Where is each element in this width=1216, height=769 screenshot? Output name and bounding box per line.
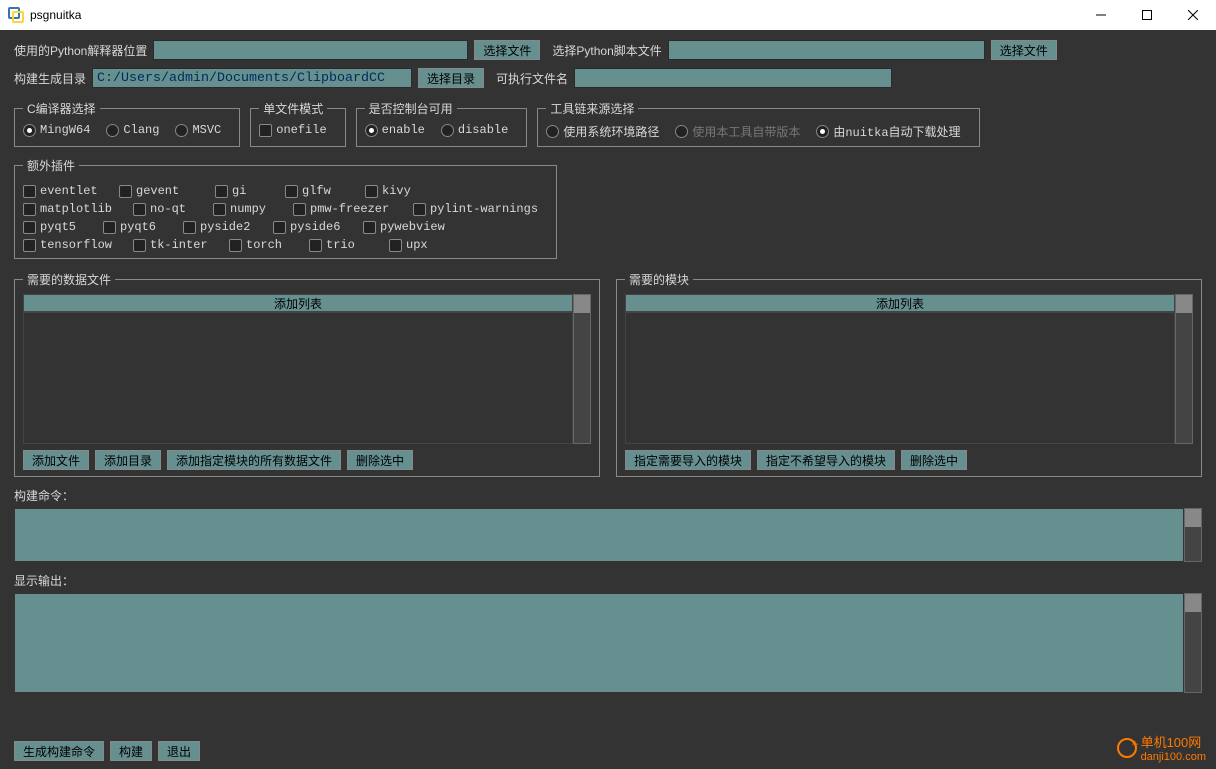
radio-mingw64[interactable]: MingW64 bbox=[23, 123, 90, 137]
watermark: 单机100网 danji100.com bbox=[1117, 732, 1206, 763]
chk-tk-inter[interactable]: tk-inter bbox=[133, 238, 219, 252]
chk-pyqt6[interactable]: pyqt6 bbox=[103, 220, 173, 234]
chk-pmw-freezer[interactable]: pmw-freezer bbox=[293, 202, 403, 216]
compiler-group: C编译器选择 MingW64 Clang MSVC bbox=[14, 100, 240, 147]
console-group: 是否控制台可用 enable disable bbox=[356, 100, 528, 147]
radio-clang[interactable]: Clang bbox=[106, 123, 159, 137]
plugins-legend: 额外插件 bbox=[23, 157, 79, 174]
chk-eventlet[interactable]: eventlet bbox=[23, 184, 109, 198]
add-file-button[interactable]: 添加文件 bbox=[23, 450, 89, 470]
chk-matplotlib[interactable]: matplotlib bbox=[23, 202, 123, 216]
modules-group: 需要的模块 添加列表 指定需要导入的模块 指定不希望导入的模块 删除选中 bbox=[616, 271, 1202, 477]
onefile-legend: 单文件模式 bbox=[259, 100, 327, 117]
script-path-label: 选择Python脚本文件 bbox=[552, 42, 661, 59]
console-legend: 是否控制台可用 bbox=[365, 100, 457, 117]
chk-pyside6[interactable]: pyside6 bbox=[273, 220, 353, 234]
titlebar: psgnuitka bbox=[0, 0, 1216, 30]
radio-msvc[interactable]: MSVC bbox=[175, 123, 221, 137]
chk-gi[interactable]: gi bbox=[215, 184, 275, 198]
script-path-input[interactable] bbox=[668, 40, 985, 60]
exclude-module-button[interactable]: 指定不希望导入的模块 bbox=[757, 450, 895, 470]
outdir-label: 构建生成目录 bbox=[14, 70, 86, 87]
chk-glfw[interactable]: glfw bbox=[285, 184, 355, 198]
close-button[interactable] bbox=[1170, 0, 1216, 30]
watermark-icon bbox=[1117, 738, 1137, 758]
toolchain-group: 工具链来源选择 使用系统环境路径 使用本工具自带版本 由nuitka自动下载处理 bbox=[537, 100, 979, 147]
chk-pyqt5[interactable]: pyqt5 bbox=[23, 220, 93, 234]
chk-gevent[interactable]: gevent bbox=[119, 184, 205, 198]
datafiles-header[interactable]: 添加列表 bbox=[23, 294, 573, 312]
chk-tensorflow[interactable]: tensorflow bbox=[23, 238, 123, 252]
datafiles-list[interactable] bbox=[23, 312, 573, 444]
chk-pywebview[interactable]: pywebview bbox=[363, 220, 449, 234]
outdir-input[interactable] bbox=[92, 68, 412, 88]
add-module-data-button[interactable]: 添加指定模块的所有数据文件 bbox=[167, 450, 341, 470]
include-module-button[interactable]: 指定需要导入的模块 bbox=[625, 450, 751, 470]
browse-python-button[interactable]: 选择文件 bbox=[474, 40, 540, 60]
watermark-line1: 单机100网 bbox=[1141, 732, 1206, 751]
modules-scrollbar[interactable] bbox=[1175, 294, 1193, 444]
modules-header[interactable]: 添加列表 bbox=[625, 294, 1175, 312]
delete-module-button[interactable]: 删除选中 bbox=[901, 450, 967, 470]
build-cmd-textarea[interactable] bbox=[14, 508, 1184, 562]
plugins-group: 额外插件 eventlet gevent gi glfw kivy matplo… bbox=[14, 157, 557, 259]
build-cmd-scrollbar[interactable] bbox=[1184, 508, 1202, 562]
chk-numpy[interactable]: numpy bbox=[213, 202, 283, 216]
modules-legend: 需要的模块 bbox=[625, 271, 693, 288]
generate-cmd-button[interactable]: 生成构建命令 bbox=[14, 741, 104, 761]
watermark-line2: danji100.com bbox=[1141, 751, 1206, 763]
datafiles-group: 需要的数据文件 添加列表 添加文件 添加目录 添加指定模块的所有数据文件 删除选… bbox=[14, 271, 600, 477]
radio-enable[interactable]: enable bbox=[365, 123, 425, 137]
chk-torch[interactable]: torch bbox=[229, 238, 299, 252]
chk-onefile[interactable]: onefile bbox=[259, 123, 326, 137]
browse-script-button[interactable]: 选择文件 bbox=[991, 40, 1057, 60]
python-icon bbox=[8, 7, 24, 23]
chk-trio[interactable]: trio bbox=[309, 238, 379, 252]
radio-builtin: 使用本工具自带版本 bbox=[675, 123, 800, 140]
output-label: 显示输出： bbox=[14, 572, 1202, 589]
build-button[interactable]: 构建 bbox=[110, 741, 152, 761]
add-dir-button[interactable]: 添加目录 bbox=[95, 450, 161, 470]
compiler-legend: C编译器选择 bbox=[23, 100, 100, 117]
window-title: psgnuitka bbox=[30, 8, 81, 22]
delete-data-button[interactable]: 删除选中 bbox=[347, 450, 413, 470]
python-path-label: 使用的Python解释器位置 bbox=[14, 42, 147, 59]
onefile-group: 单文件模式 onefile bbox=[250, 100, 345, 147]
chk-pylint[interactable]: pylint-warnings bbox=[413, 202, 538, 216]
exe-name-input[interactable] bbox=[574, 68, 892, 88]
output-scrollbar[interactable] bbox=[1184, 593, 1202, 693]
chk-no-qt[interactable]: no-qt bbox=[133, 202, 203, 216]
datafiles-scrollbar[interactable] bbox=[573, 294, 591, 444]
chk-kivy[interactable]: kivy bbox=[365, 184, 451, 198]
exit-button[interactable]: 退出 bbox=[158, 741, 200, 761]
chk-pyside2[interactable]: pyside2 bbox=[183, 220, 263, 234]
radio-disable[interactable]: disable bbox=[441, 123, 508, 137]
exe-name-label: 可执行文件名 bbox=[496, 70, 568, 87]
radio-nuitka-dl[interactable]: 由nuitka自动下载处理 bbox=[816, 123, 960, 140]
maximize-button[interactable] bbox=[1124, 0, 1170, 30]
radio-syspath[interactable]: 使用系统环境路径 bbox=[546, 123, 659, 140]
minimize-button[interactable] bbox=[1078, 0, 1124, 30]
python-path-input[interactable] bbox=[153, 40, 468, 60]
build-cmd-label: 构建命令： bbox=[14, 487, 1202, 504]
modules-list[interactable] bbox=[625, 312, 1175, 444]
datafiles-legend: 需要的数据文件 bbox=[23, 271, 115, 288]
browse-outdir-button[interactable]: 选择目录 bbox=[418, 68, 484, 88]
chk-upx[interactable]: upx bbox=[389, 238, 475, 252]
output-textarea[interactable] bbox=[14, 593, 1184, 693]
toolchain-legend: 工具链来源选择 bbox=[546, 100, 638, 117]
